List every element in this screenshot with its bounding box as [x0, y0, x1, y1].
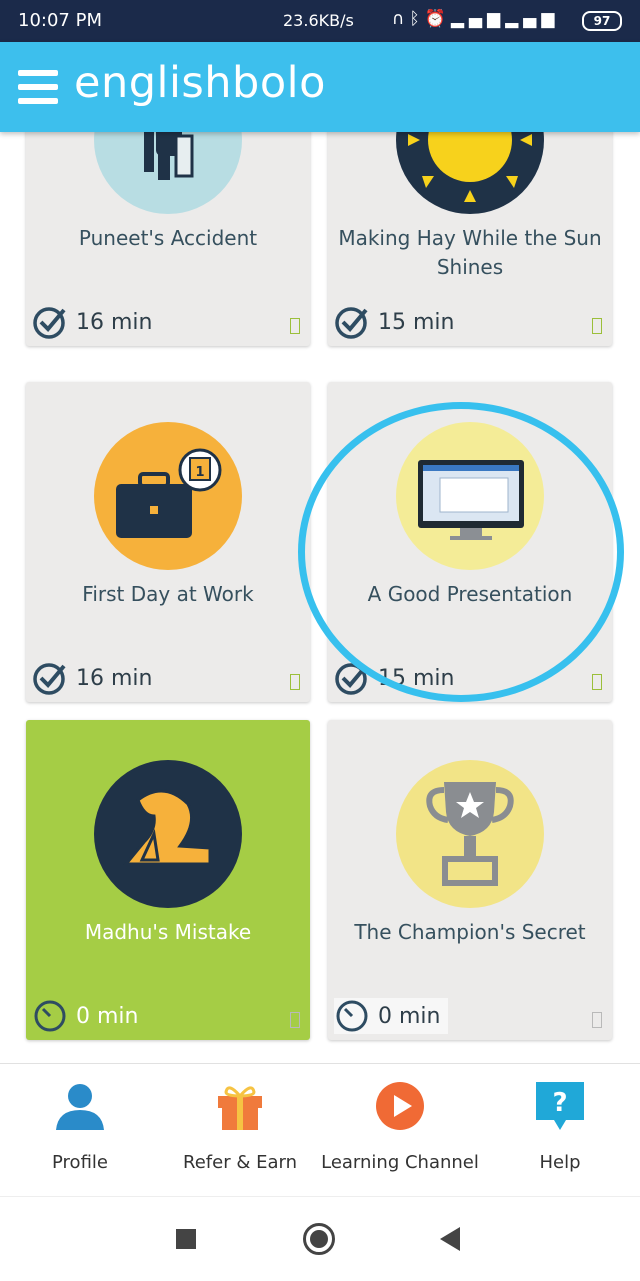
- briefcase-calendar-icon: 1: [116, 448, 222, 538]
- recents-button[interactable]: [176, 1229, 196, 1249]
- lesson-card[interactable]: 1 First Day at Work 16 min: [26, 382, 310, 702]
- menu-icon[interactable]: [18, 70, 58, 104]
- sun-icon: [408, 132, 532, 202]
- lesson-meta: 15 min: [334, 304, 462, 340]
- lesson-icon-circle: [396, 132, 544, 214]
- lesson-meta: 0 min: [32, 998, 146, 1034]
- system-navigation-bar: [0, 1196, 640, 1281]
- status-time: 10:07 PM: [18, 10, 102, 31]
- gift-icon: [218, 1086, 262, 1130]
- lesson-tag-icon: [290, 318, 300, 334]
- lesson-title: Madhu's Mistake: [84, 920, 252, 944]
- svg-text:?: ?: [552, 1088, 567, 1118]
- headphones-icon: ∩: [392, 9, 410, 29]
- lesson-tag-icon: [290, 674, 300, 690]
- bluetooth-icon: ᛒ: [409, 9, 425, 29]
- lesson-duration: 16 min: [76, 309, 153, 335]
- home-button[interactable]: [303, 1223, 335, 1255]
- status-icons: ∩ᛒ⏰▂▄▆▂▄▆: [392, 9, 559, 29]
- lesson-meta: 16 min: [32, 304, 160, 340]
- signal-icon: ▂▄▆: [450, 9, 506, 29]
- lesson-icon-circle: [396, 760, 544, 908]
- lesson-tag-icon: [592, 318, 602, 334]
- lesson-tag-icon: [592, 674, 602, 690]
- check-clock-icon: [335, 307, 368, 339]
- crutches-man-icon: [144, 132, 194, 180]
- app-bar: englishbolo: [0, 42, 640, 132]
- lesson-icon-circle: [94, 760, 242, 908]
- nav-label: Profile: [52, 1152, 108, 1173]
- status-bar: 10:07 PM 23.6KB/s ∩ᛒ⏰▂▄▆▂▄▆ 97: [0, 0, 640, 42]
- lesson-icon-circle: 1: [94, 422, 242, 570]
- lesson-title: Puneet's Accident: [78, 226, 258, 250]
- lesson-duration: 16 min: [76, 665, 153, 691]
- play-icon: [376, 1082, 424, 1130]
- nav-label: Help: [539, 1152, 581, 1173]
- nav-label: Refer & Earn: [183, 1152, 297, 1173]
- lesson-meta: 0 min: [334, 998, 449, 1034]
- check-clock-icon: [33, 307, 66, 339]
- alarm-icon: ⏰: [424, 9, 451, 29]
- brand-logo: englishbolo: [74, 58, 326, 108]
- tutorial-highlight-ring: [298, 402, 624, 702]
- battery-icon: 97: [582, 11, 622, 31]
- bottom-navigation: Profile Refer & Earn Learning Channel ? …: [0, 1063, 640, 1196]
- nav-help[interactable]: ? Help: [480, 1080, 640, 1173]
- lesson-card[interactable]: Puneet's Accident 16 min: [26, 132, 310, 346]
- signal-icon-2: ▂▄▆: [505, 9, 560, 29]
- trophy-icon: [426, 782, 514, 886]
- nav-refer-earn[interactable]: Refer & Earn: [160, 1080, 320, 1173]
- back-button[interactable]: [440, 1227, 460, 1251]
- lesson-tag-icon: [592, 1012, 602, 1028]
- lesson-title: First Day at Work: [82, 582, 254, 606]
- lesson-title: Making Hay While the Sun Shines: [338, 226, 602, 279]
- lesson-duration: 0 min: [378, 1003, 441, 1029]
- lesson-card[interactable]: The Champion's Secret 0 min: [328, 720, 612, 1040]
- lesson-icon-circle: [94, 132, 242, 214]
- svg-text:1: 1: [195, 465, 204, 480]
- check-clock-icon: [33, 663, 66, 695]
- facepalm-icon: [122, 789, 212, 866]
- nav-learning-channel[interactable]: Learning Channel: [320, 1080, 480, 1173]
- lesson-tag-icon: [290, 1012, 300, 1028]
- help-icon: ?: [536, 1082, 584, 1130]
- nav-label: Learning Channel: [321, 1152, 479, 1173]
- lesson-duration: 15 min: [378, 309, 455, 335]
- timer-icon: [336, 1000, 368, 1032]
- profile-icon: [56, 1084, 104, 1130]
- nav-profile[interactable]: Profile: [0, 1080, 160, 1173]
- lesson-card-selected[interactable]: Madhu's Mistake 0 min: [26, 720, 310, 1040]
- network-speed: 23.6KB/s: [283, 11, 354, 30]
- lesson-duration: 0 min: [76, 1003, 139, 1029]
- lesson-meta: 16 min: [32, 660, 160, 696]
- lesson-title: The Champion's Secret: [354, 920, 586, 944]
- timer-icon: [34, 1000, 66, 1032]
- lesson-card[interactable]: Making Hay While the Sun Shines 15 min: [328, 132, 612, 346]
